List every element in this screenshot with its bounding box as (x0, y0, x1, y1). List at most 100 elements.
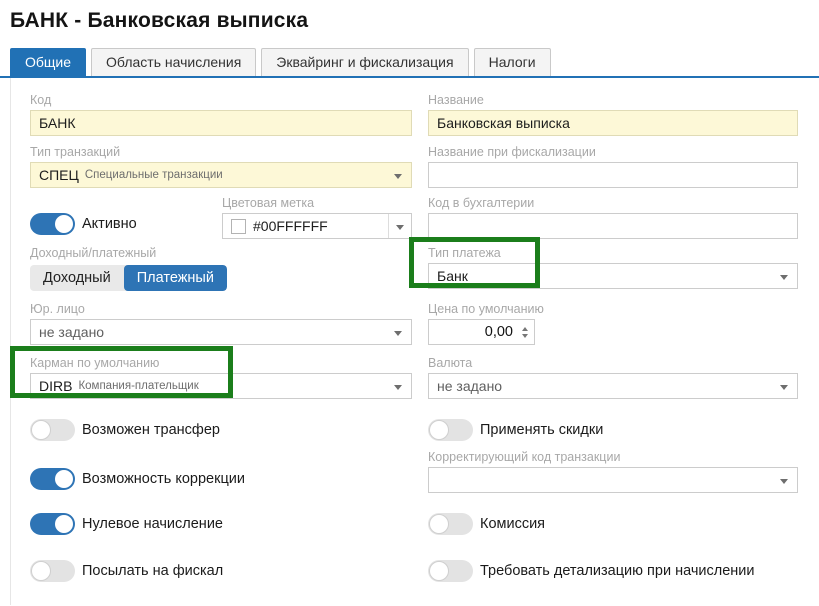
field-cena: Цена по умолчанию 0,00 (428, 302, 798, 345)
fiskal-toggle-row: Посылать на фискал (30, 560, 412, 582)
toggle-knob (54, 514, 74, 534)
chevron-down-icon (396, 225, 404, 230)
posylat-na-fiskal-toggle[interactable] (30, 560, 75, 582)
karman-label: Карман по умолчанию (30, 356, 412, 371)
toggle-knob (429, 514, 449, 534)
aktivno-label: Активно (82, 216, 137, 232)
tip-platezha-value: Банк (437, 268, 468, 284)
primenyat-skidki-toggle[interactable] (428, 419, 473, 441)
nazvanie-fisk-label: Название при фискализации (428, 145, 798, 160)
aktivno-toggle[interactable] (30, 213, 75, 235)
aktivno-toggle-row: Активно (30, 213, 137, 235)
nazvanie-input[interactable] (428, 110, 798, 136)
detalizaciya-toggle-row: Требовать детализацию при начислении (428, 560, 798, 582)
cena-label: Цена по умолчанию (428, 302, 798, 317)
posylat-na-fiskal-label: Посылать на фискал (82, 563, 223, 579)
field-korr-kod: Корректирующий код транзакции (428, 450, 798, 493)
tip-platezha-label: Тип платежа (428, 246, 798, 261)
tab-oblast-nachisleniya[interactable]: Область начисления (91, 48, 256, 76)
cvetovaya-metka-value: #00FFFFFF (253, 218, 328, 234)
tip-tranzakcij-label: Тип транзакций (30, 145, 412, 160)
vozmozhen-transfer-toggle[interactable] (30, 419, 75, 441)
komissiya-toggle[interactable] (428, 513, 473, 535)
page-title: БАНК - Банковская выписка (10, 9, 819, 33)
field-yur-lico: Юр. лицо не задано (30, 302, 412, 345)
trebovat-detalizaciyu-label: Требовать детализацию при начислении (480, 563, 755, 579)
tip-tranzakcij-code: СПЕЦ (39, 167, 79, 183)
chevron-down-icon (394, 385, 402, 390)
korr-kod-label: Корректирующий код транзакции (428, 450, 798, 465)
nulevoe-toggle-row: Нулевое начисление (30, 513, 412, 535)
chevron-down-icon (394, 331, 402, 336)
vozmozhnost-korrekcii-label: Возможность коррекции (82, 471, 245, 487)
spinner-up-icon[interactable] (522, 327, 528, 331)
tip-tranzakcij-desc: Специальные транзакции (85, 169, 223, 181)
korrekciya-toggle-wrap: Возможность коррекции (30, 450, 412, 493)
dohod-platezh-label: Доходный/платежный (30, 246, 412, 261)
kod-label: Код (30, 93, 412, 108)
yur-lico-value: не задано (39, 324, 104, 340)
kod-buh-label: Код в бухгалтерии (428, 196, 798, 211)
field-valyuta: Валюта не задано (428, 356, 798, 399)
option-platezhnyj[interactable]: Платежный (124, 265, 227, 291)
vozmozhen-transfer-label: Возможен трансфер (82, 422, 220, 438)
yur-lico-select[interactable]: не задано (30, 319, 412, 345)
field-cvetovaya-metka: Цветовая метка #00FFFFFF (222, 196, 412, 239)
toggle-knob (54, 469, 74, 489)
trebovat-detalizaciyu-toggle[interactable] (428, 560, 473, 582)
dohod-platezh-segmented: Доходный Платежный (30, 265, 227, 291)
nazvanie-fisk-input[interactable] (428, 162, 798, 188)
field-dohod-platezh: Доходный/платежный Доходный Платежный (30, 246, 412, 291)
tab-content-general: Код Название Тип транзакций СПЕЦ Специал… (10, 78, 819, 605)
field-karman: Карман по умолчанию DIRB Компания-плател… (30, 356, 412, 399)
transfer-toggle-row: Возможен трансфер (30, 419, 412, 441)
komissiya-toggle-row: Комиссия (428, 513, 798, 535)
field-nazvanie-fisk: Название при фискализации (428, 145, 798, 188)
skidki-toggle-row: Применять скидки (428, 419, 798, 441)
spinner-down-icon[interactable] (522, 334, 528, 338)
field-nazvanie: Название (428, 93, 798, 136)
field-tip-platezha: Тип платежа Банк (428, 246, 798, 291)
karman-code: DIRB (39, 378, 72, 394)
cvetovaya-metka-select[interactable]: #00FFFFFF (222, 213, 412, 239)
row-aktivno-metka: Активно Цветовая метка #00FFFFFF (30, 196, 412, 239)
toggle-knob (429, 420, 449, 440)
valyuta-select[interactable]: не задано (428, 373, 798, 399)
chevron-down-icon (394, 174, 402, 179)
nulevoe-nachislenie-label: Нулевое начисление (82, 516, 223, 532)
chevron-down-icon (780, 479, 788, 484)
toggle-knob (31, 420, 51, 440)
color-swatch-icon (231, 219, 246, 234)
nulevoe-nachislenie-toggle[interactable] (30, 513, 75, 535)
vozmozhnost-korrekcii-toggle[interactable] (30, 468, 75, 490)
tab-nalogi[interactable]: Налоги (474, 48, 551, 76)
chevron-down-icon (780, 275, 788, 280)
option-dohodnyj[interactable]: Доходный (30, 265, 124, 291)
field-kod-buh: Код в бухгалтерии (428, 196, 798, 239)
karman-select[interactable]: DIRB Компания-плательщик (30, 373, 412, 399)
yur-lico-label: Юр. лицо (30, 302, 412, 317)
valyuta-value: не задано (437, 378, 502, 394)
chevron-down-icon (780, 385, 788, 390)
nazvanie-label: Название (428, 93, 798, 108)
tab-ekvajring-i-fiskalizaciya[interactable]: Эквайринг и фискализация (261, 48, 468, 76)
cvetovaya-metka-label: Цветовая метка (222, 196, 412, 211)
tab-obshchie[interactable]: Общие (10, 48, 86, 76)
tab-bar: Общие Область начисления Эквайринг и фис… (0, 48, 819, 78)
kod-input[interactable] (30, 110, 412, 136)
cena-value: 0,00 (429, 324, 518, 340)
field-kod: Код (30, 93, 412, 136)
korrekciya-toggle-row: Возможность коррекции (30, 468, 245, 490)
korr-kod-select[interactable] (428, 467, 798, 493)
valyuta-label: Валюта (428, 356, 798, 371)
toggle-knob (31, 561, 51, 581)
cena-spinner[interactable]: 0,00 (428, 319, 535, 345)
karman-desc: Компания-плательщик (78, 380, 198, 392)
tip-tranzakcij-select[interactable]: СПЕЦ Специальные транзакции (30, 162, 412, 188)
kod-buh-input[interactable] (428, 213, 798, 239)
primenyat-skidki-label: Применять скидки (480, 422, 603, 438)
toggle-knob (54, 214, 74, 234)
komissiya-label: Комиссия (480, 516, 545, 532)
tip-platezha-select[interactable]: Банк (428, 263, 798, 289)
toggle-knob (429, 561, 449, 581)
